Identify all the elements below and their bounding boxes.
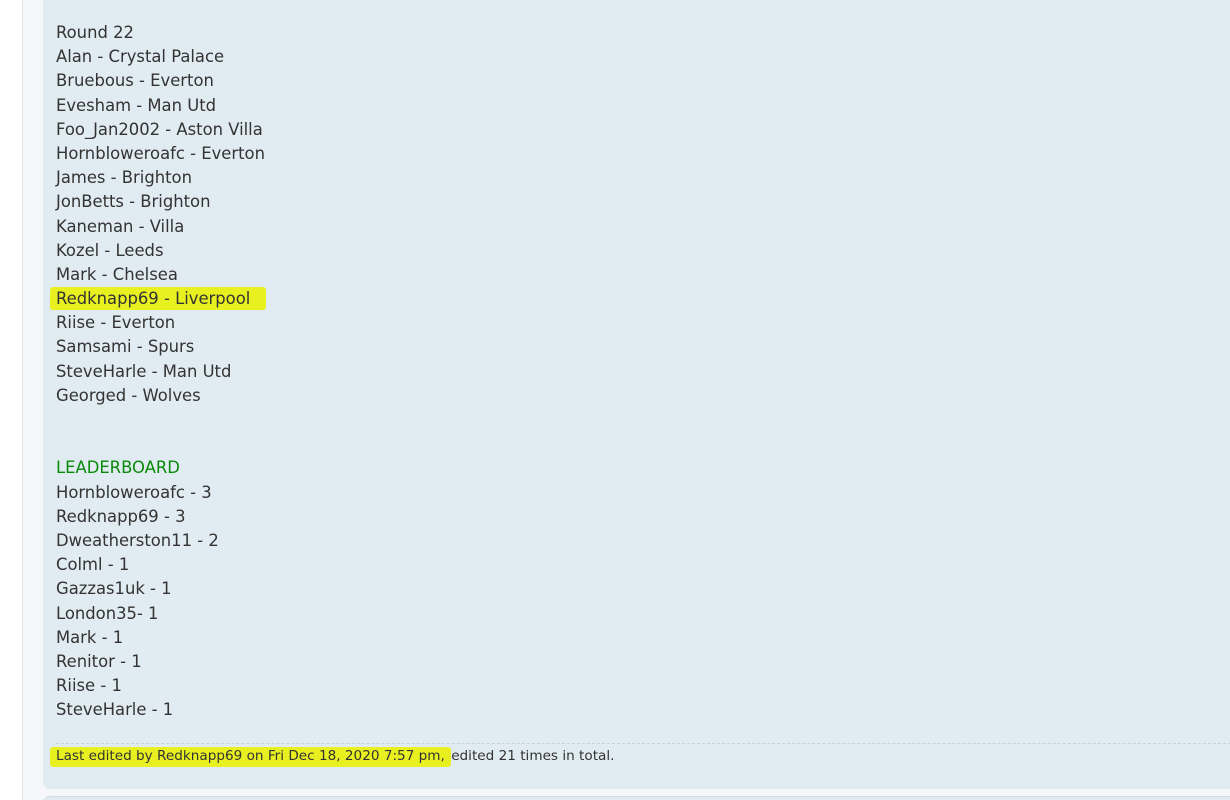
pick-line: Hornbloweroafc - Everton xyxy=(56,143,265,163)
pick-line: Kaneman - Villa xyxy=(56,216,185,236)
pick-line-highlighted: Redknapp69 - Liverpool xyxy=(50,287,267,311)
leaderboard-title: LEADERBOARD xyxy=(56,458,180,478)
edit-notice-highlighted: Last edited by Redknapp69 on Fri Dec 18,… xyxy=(50,747,452,767)
leaderboard-entry: Renitor - 1 xyxy=(56,651,142,671)
page: Round 22 Alan - Crystal Palace Bruebous … xyxy=(0,0,1230,800)
pick-line: Riise - Everton xyxy=(56,313,176,333)
edit-notice: Last edited by Redknapp69 on Fri Dec 18,… xyxy=(50,743,1230,767)
pick-line: Alan - Crystal Palace xyxy=(56,47,225,67)
highlight-mark: Redknapp69 - Liverpool xyxy=(50,287,267,311)
leaderboard-entry: Mark - 1 xyxy=(56,627,124,647)
pick-line: Kozel - Leeds xyxy=(56,240,164,260)
leaderboard-entry: Hornbloweroafc - 3 xyxy=(56,482,212,502)
pick-line: Bruebous - Everton xyxy=(56,71,214,91)
pick-line: James - Brighton xyxy=(56,168,192,188)
leaderboard-entry: SteveHarle - 1 xyxy=(56,700,174,720)
pick-line: JonBetts - Brighton xyxy=(56,192,211,212)
pick-line: Georged - Wolves xyxy=(56,385,201,405)
forum-post: Round 22 Alan - Crystal Palace Bruebous … xyxy=(43,0,1230,789)
leaderboard-entry: Dweatherston11 - 2 xyxy=(56,530,219,550)
round-title: Round 22 xyxy=(56,23,134,42)
leaderboard-entry: London35- 1 xyxy=(56,603,159,623)
post-body: Round 22 Alan - Crystal Palace Bruebous … xyxy=(50,21,267,722)
pick-line: SteveHarle - Man Utd xyxy=(56,361,232,381)
next-post-edge xyxy=(43,796,1230,800)
pick-line: Foo_Jan2002 - Aston Villa xyxy=(56,119,263,139)
edit-notice-rest: edited 21 times in total. xyxy=(451,748,615,764)
leaderboard-entry: Colml - 1 xyxy=(56,555,130,575)
pick-line: Mark - Chelsea xyxy=(56,264,178,284)
left-sidebar-rail xyxy=(0,0,23,800)
leaderboard-entry: Gazzas1uk - 1 xyxy=(56,579,172,599)
pick-line: Evesham - Man Utd xyxy=(56,95,217,115)
leaderboard-entry: Redknapp69 - 3 xyxy=(56,506,186,526)
pick-line: Samsami - Spurs xyxy=(56,337,195,357)
leaderboard-entry: Riise - 1 xyxy=(56,676,122,696)
